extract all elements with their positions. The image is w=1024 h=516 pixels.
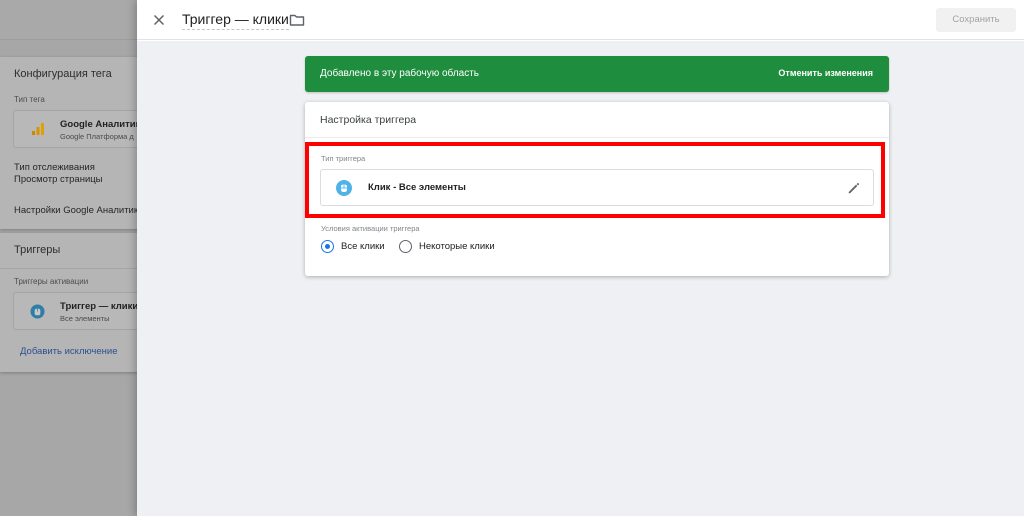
trigger-type-selector[interactable]: Клик - Все элементы	[320, 169, 874, 206]
triggers-divider	[0, 268, 140, 269]
tag-configuration-title: Конфигурация тега	[14, 68, 112, 80]
triggers-title: Триггеры	[14, 244, 61, 256]
some-clicks-label: Некоторые клики	[419, 241, 495, 252]
trigger-item-sub: Все элементы	[60, 314, 110, 323]
tracking-type-label: Тип отслеживания	[14, 162, 95, 173]
folder-icon[interactable]	[289, 12, 305, 28]
close-icon[interactable]	[151, 12, 167, 28]
trigger-name-input[interactable]: Триггер — клики	[182, 11, 289, 30]
ga-settings-label: Настройки Google Аналитик	[14, 205, 139, 216]
trigger-item-name: Триггер — клики	[60, 301, 139, 312]
background-topbar	[0, 0, 140, 40]
radio-checked-icon	[321, 240, 334, 253]
click-trigger-icon	[30, 304, 45, 319]
tag-type-label: Тип тега	[14, 95, 45, 104]
panel-header: Настройка триггера	[305, 102, 889, 138]
pencil-icon[interactable]	[847, 181, 861, 195]
trigger-item[interactable]: Триггер — клики Все элементы	[13, 292, 140, 330]
trigger-type-label: Тип триггера	[321, 154, 366, 163]
tag-type-name: Google Аналитика	[60, 119, 140, 130]
add-exception-link[interactable]: Добавить исключение	[20, 346, 117, 357]
sheet-body: Добавлено в эту рабочую область Отменить…	[137, 41, 1024, 516]
radio-unchecked-icon	[399, 240, 412, 253]
tag-type-item[interactable]: Google Аналитика Google Платформа д	[13, 110, 140, 148]
trigger-configuration-panel: Настройка триггера Тип триггера Клик - В…	[305, 102, 889, 276]
all-clicks-label: Все клики	[341, 241, 385, 252]
activation-triggers-label: Триггеры активации	[14, 277, 89, 286]
trigger-editor-sheet: Триггер — клики Сохранить Добавлено в эт…	[137, 0, 1024, 516]
workspace-banner: Добавлено в эту рабочую область Отменить…	[305, 56, 889, 92]
sheet-header: Триггер — клики Сохранить	[137, 0, 1024, 40]
tracking-type-value: Просмотр страницы	[14, 174, 103, 185]
triggers-card: Триггеры Триггеры активации Триггер — кл…	[0, 233, 140, 372]
firing-conditions-label: Условия активации триггера	[321, 224, 420, 233]
click-trigger-icon	[336, 180, 352, 196]
banner-message: Добавлено в эту рабочую область	[320, 68, 479, 79]
tag-type-sub: Google Платформа д	[60, 132, 134, 141]
trigger-type-name: Клик - Все элементы	[368, 182, 466, 193]
save-button[interactable]: Сохранить	[936, 8, 1016, 32]
trigger-configuration-title: Настройка триггера	[320, 114, 417, 126]
revert-changes-button[interactable]: Отменить изменения	[778, 68, 873, 78]
tag-configuration-card: Конфигурация тега Тип тега Google Аналит…	[0, 57, 140, 229]
analytics-bars-icon	[32, 123, 44, 135]
